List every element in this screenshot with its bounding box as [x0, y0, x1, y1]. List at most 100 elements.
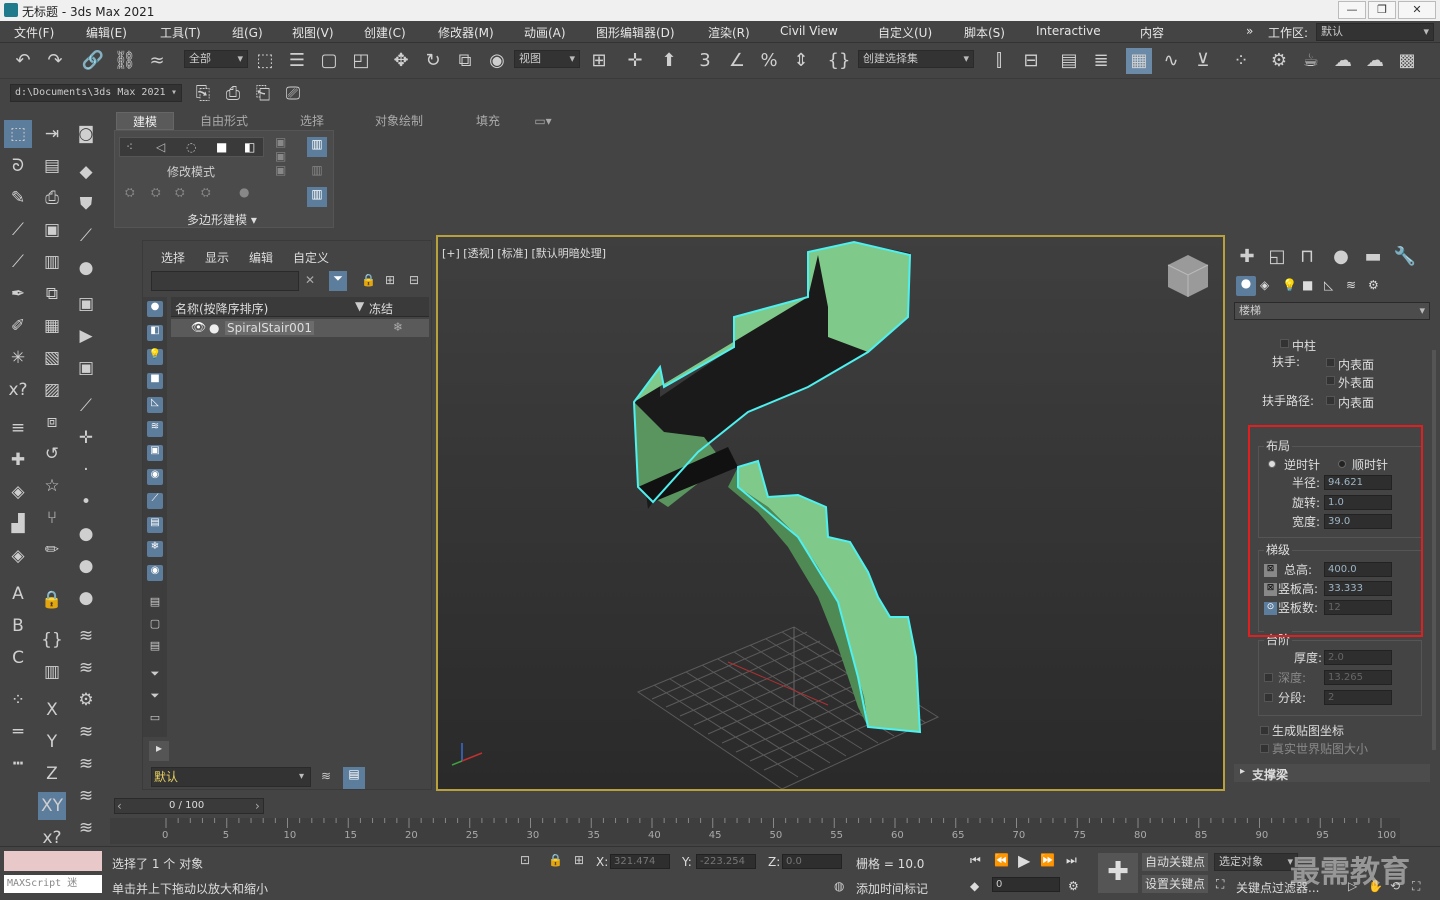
layer-stack-icon[interactable]: ≋	[321, 769, 331, 783]
time-slider[interactable]: ‹ 0 / 100 ›	[114, 798, 264, 814]
measure-icon[interactable]: ⟋	[4, 216, 32, 244]
align-icon[interactable]: ⊟	[1018, 48, 1044, 74]
axis-y-icon[interactable]: Y	[38, 728, 66, 756]
lock-filter-icon[interactable]: 🔒	[361, 273, 376, 287]
funnel2-icon[interactable]: ⏷	[147, 689, 163, 705]
set-key-big-icon[interactable]: ✚	[1098, 853, 1138, 893]
filter-frozen-icon[interactable]: ❄	[147, 541, 163, 557]
y-field[interactable]: -223.254	[696, 854, 756, 869]
filter-lights-icon[interactable]: 💡	[147, 349, 163, 365]
rendered-frame-icon[interactable]: ☕	[1298, 48, 1324, 74]
brush-icon[interactable]: ✐	[4, 312, 32, 340]
list-icon[interactable]: ≡	[4, 414, 32, 442]
viewport-icon[interactable]: ◙	[72, 120, 100, 148]
prev-key-icon[interactable]: ⏪	[994, 853, 1009, 867]
project-settings-icon[interactable]: ⎚	[280, 81, 306, 107]
tree-icon[interactable]: ⊟	[409, 273, 419, 287]
filter-containers-icon[interactable]: ▤	[147, 517, 163, 533]
ruler-icon[interactable]: ═	[4, 718, 32, 746]
redo-icon[interactable]: ↷	[42, 48, 68, 74]
edge-icon[interactable]: ◁	[156, 140, 165, 154]
paint-select-icon[interactable]: ✎	[4, 184, 32, 212]
place-icon[interactable]: ◉	[484, 48, 510, 74]
helpers-cat-icon[interactable]: ◺	[1324, 278, 1333, 292]
lights-cat-icon[interactable]: 💡	[1282, 278, 1297, 292]
real-world-check[interactable]	[1260, 744, 1269, 753]
filter-shapes-icon[interactable]: ◧	[147, 325, 163, 341]
mod-e-icon[interactable]: ●	[239, 185, 249, 199]
segments-spinner[interactable]: 2	[1324, 690, 1392, 705]
menu-create[interactable]: 创建(C)	[364, 24, 406, 41]
more-menus-icon[interactable]: »	[1246, 24, 1253, 38]
mod-a-icon[interactable]: ⛭	[125, 185, 135, 200]
isolate-icon[interactable]: ⊡	[520, 853, 530, 867]
depth-check[interactable]	[1264, 673, 1273, 682]
freeze-icon[interactable]: ❄	[393, 320, 403, 334]
circle-icon[interactable]: ●	[72, 520, 100, 548]
mesh-icon[interactable]: ▣	[72, 290, 100, 318]
dot-icon[interactable]: ·	[72, 456, 100, 484]
selection-filter-dropdown[interactable]: 全部	[184, 50, 248, 68]
ribbon-pin3-icon[interactable]: ▥	[307, 187, 327, 207]
visibility-icon[interactable]: 👁	[191, 320, 206, 334]
clipboard-icon[interactable]: ▭	[147, 711, 163, 727]
stack-icon[interactable]: ◈	[4, 542, 32, 570]
keyboard-shortcut-icon[interactable]: ⬆	[656, 48, 682, 74]
add-layer-icon[interactable]: ✚	[4, 446, 32, 474]
ribbon-options-icon[interactable]: ▭▾	[528, 112, 558, 130]
tab-modeling[interactable]: 建模	[116, 112, 174, 130]
ref-coord-dropdown[interactable]: 视图	[514, 50, 580, 68]
col-name[interactable]: 名称(按降序排序)	[175, 300, 268, 317]
axis-z-icon[interactable]: Z	[38, 760, 66, 788]
menu-rendering[interactable]: 渲染(R)	[708, 24, 750, 41]
doc-icon[interactable]: ▥	[38, 248, 66, 276]
create-tab-icon[interactable]: ✚	[1234, 244, 1260, 270]
text-b-icon[interactable]: B	[4, 612, 32, 640]
filter-xrefs-icon[interactable]: ◉	[147, 469, 163, 485]
key-mode-icon[interactable]: ◆	[970, 879, 979, 893]
select-object-icon[interactable]: ⬚	[252, 48, 278, 74]
spacewarps-cat-icon[interactable]: ≋	[1346, 278, 1356, 292]
support-rollout[interactable]: ▸ 支撑梁	[1234, 764, 1430, 782]
depth-spinner[interactable]: 13.265	[1324, 670, 1392, 685]
tape-icon[interactable]: ⟋	[4, 248, 32, 276]
menu-file[interactable]: 文件(F)	[14, 24, 54, 41]
filter-cameras-icon[interactable]: ■	[147, 373, 163, 389]
angle-snap-icon[interactable]: ∠	[724, 48, 750, 74]
ribbon-toggle-icon[interactable]: ▦	[1126, 48, 1152, 74]
percent-snap-icon[interactable]: %	[756, 48, 782, 74]
poly-modeling-label[interactable]: 多边形建模 ▾	[187, 211, 257, 228]
border-icon[interactable]: ◌	[186, 140, 196, 154]
print-icon[interactable]: ⎙	[38, 184, 66, 212]
filter-helpers-icon[interactable]: ◺	[147, 397, 163, 413]
snowflake-icon[interactable]: ✳	[4, 344, 32, 372]
stack3-icon[interactable]: ≋	[72, 654, 100, 682]
link-icon[interactable]: 🔗	[80, 48, 106, 74]
utilities-tab-icon[interactable]: 🔧	[1392, 244, 1418, 270]
mod-b-icon[interactable]: ⛭	[151, 185, 161, 200]
gen-map-check[interactable]	[1260, 726, 1269, 735]
braces-icon[interactable]: {}	[38, 626, 66, 654]
play-box-icon[interactable]: ▶	[72, 322, 100, 350]
stack4-icon[interactable]: ≋	[72, 718, 100, 746]
undo-icon[interactable]: ↶	[10, 48, 36, 74]
project-folder-icon[interactable]: ⎘	[190, 81, 216, 107]
text-a-icon[interactable]: A	[4, 580, 32, 608]
filter-spacewarps-icon[interactable]: ≋	[147, 421, 163, 437]
maximize-button[interactable]: ❐	[1368, 1, 1396, 19]
anim-icon[interactable]: ▥	[38, 658, 66, 686]
layer-explorer-icon[interactable]: ≣	[1088, 48, 1114, 74]
named-selection-dropdown[interactable]: 创建选择集	[858, 50, 974, 68]
lasso-icon[interactable]: ᘐ	[4, 152, 32, 180]
rotate-icon[interactable]: ↻	[420, 48, 446, 74]
stack6-icon[interactable]: ≋	[72, 782, 100, 810]
pencil-icon[interactable]: ✏	[38, 536, 66, 564]
track-bar[interactable]: 0 5 10 15 20 25 30 35 40 45 50 55 60 65 70 75 80 85 90 95 10…	[110, 818, 1400, 844]
goto-end-icon[interactable]: ⏭	[1066, 853, 1077, 868]
perspective-viewport[interactable]: [+] [透视] [标准] [默认明暗处理]	[436, 235, 1225, 791]
clear-search-icon[interactable]: ✕	[305, 273, 315, 287]
scene-search-input[interactable]	[151, 271, 299, 291]
center-pole-check[interactable]	[1280, 339, 1289, 348]
play-icon[interactable]: ▶	[1018, 851, 1030, 870]
shapes-icon[interactable]: ◆	[72, 158, 100, 186]
